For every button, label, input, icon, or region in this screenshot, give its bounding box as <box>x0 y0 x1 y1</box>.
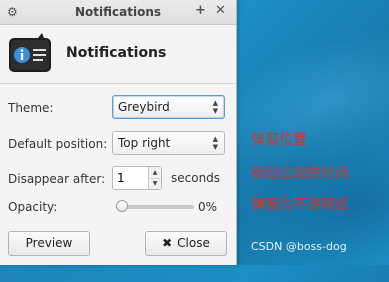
titlebar: ⚙ Notifications + ✕ <box>0 0 236 25</box>
theme-select[interactable]: Greybird ▲ ▼ <box>112 95 225 119</box>
close-button[interactable]: ✖ Close <box>145 231 227 256</box>
annotation-position: 弹窗位置 <box>251 132 307 148</box>
dialog-header: Notifications <box>0 25 236 81</box>
watermark: CSDN @boss-dog <box>251 240 347 253</box>
disappear-input[interactable] <box>113 167 149 189</box>
position-select[interactable]: Top right ▲ ▼ <box>112 131 225 155</box>
opacity-slider[interactable] <box>116 200 194 212</box>
theme-label: Theme: <box>8 101 54 115</box>
position-select-value: Top right <box>118 136 171 150</box>
close-x-icon: ✖ <box>162 236 173 250</box>
close-window-button[interactable]: ✕ <box>215 4 226 18</box>
disappear-label: Disappear after: <box>8 172 106 186</box>
up-down-arrows-icon: ▲ ▼ <box>212 99 218 115</box>
preview-button[interactable]: Preview <box>8 231 90 256</box>
close-button-label: Close <box>177 236 210 250</box>
position-label: Default position: <box>8 137 108 151</box>
opacity-value: 0% <box>198 200 218 214</box>
opacity-label: Opacity: <box>8 200 58 214</box>
spin-buttons: ▲ ▼ <box>148 167 161 189</box>
spin-down-icon[interactable]: ▼ <box>149 178 161 189</box>
opacity-slider-handle[interactable] <box>116 200 128 212</box>
seconds-unit-label: seconds <box>171 171 221 185</box>
annotation-opacity: 弹窗的不透明度 <box>251 197 349 213</box>
up-down-arrows-icon: ▲ ▼ <box>212 135 218 151</box>
maximize-button[interactable]: + <box>195 4 206 18</box>
theme-select-value: Greybird <box>118 100 170 114</box>
disappear-spinbox[interactable]: ▲ ▼ <box>112 166 162 190</box>
annotation-disappear: 弹窗出现的时间 <box>251 166 349 182</box>
notification-info-icon <box>9 33 51 72</box>
dialog-title: Notifications <box>66 45 167 61</box>
notifications-settings-window: ⚙ Notifications + ✕ Notifications Theme:… <box>0 0 237 265</box>
header-divider <box>0 83 236 84</box>
